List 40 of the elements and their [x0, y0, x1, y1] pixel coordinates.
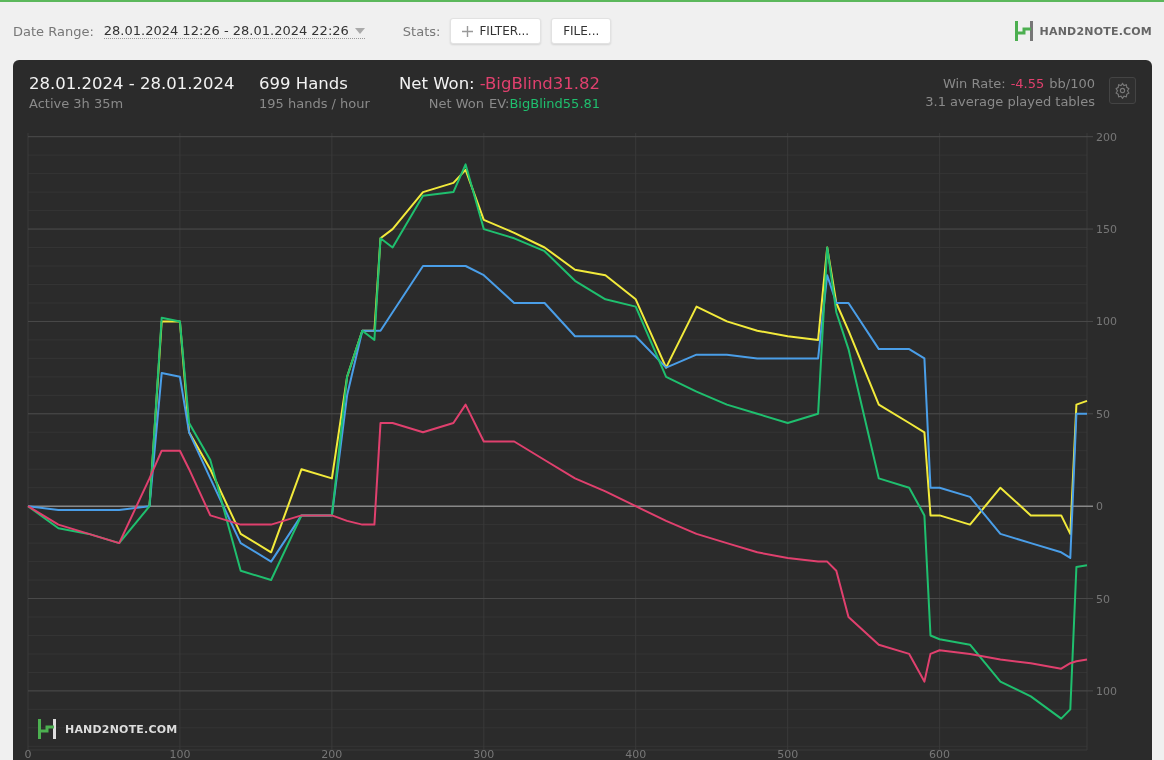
axis-label: 50 [1096, 592, 1110, 606]
axis-label: 300 [473, 748, 495, 760]
average-tables: 3.1 average played tables [925, 94, 1095, 109]
date-range-label: Date Range: [13, 23, 94, 39]
axis-label: 200 [321, 748, 343, 760]
logo-icon [37, 718, 57, 740]
win-rate-value: -4.55 [1010, 76, 1045, 91]
axis-label: 150 [1096, 223, 1117, 237]
net-won-value: -BigBlind31.82 [479, 74, 601, 93]
stats-label: Stats: [402, 23, 441, 39]
win-rate-label: Win Rate: [942, 76, 1006, 91]
logo-text: HAND2NOTE.COM [1039, 24, 1152, 38]
hands-per-hour: 195 hands / hour [259, 96, 371, 111]
net-won-ev-label: Net Won [428, 96, 484, 111]
file-button[interactable]: FILE... [551, 18, 612, 44]
axis-label: 100 [1096, 315, 1117, 329]
net-won-label: Net Won: [399, 74, 475, 93]
axis-label: 600 [929, 748, 951, 760]
axis-label: 0 [1096, 500, 1103, 514]
axis-label: 0 [24, 748, 32, 760]
axis-label: 100 [169, 748, 191, 760]
filter-button[interactable]: FILTER... [450, 18, 542, 44]
settings-button[interactable] [1109, 77, 1136, 104]
date-range-dropdown[interactable]: 28.01.2024 12:26 - 28.01.2024 22:26 [103, 23, 365, 39]
period-text: 28.01.2024 - 28.01.2024 [29, 74, 236, 93]
axis-label: 400 [625, 748, 647, 760]
watermark-text: HAND2NOTE.COM [65, 722, 178, 736]
net-won-ev-value: BigBlind55.81 [509, 96, 601, 111]
active-time: Active 3h 35m [29, 96, 125, 111]
hands-count: 699 Hands [259, 74, 349, 93]
caret-icon [354, 27, 365, 34]
axis-label: 200 [1096, 130, 1117, 144]
logo-icon [1013, 20, 1034, 42]
ev-label: EV: [489, 96, 510, 111]
axis-label: 100 [1096, 684, 1117, 698]
axis-label: 50 [1096, 407, 1110, 421]
settings-icon [1114, 82, 1131, 99]
win-rate-unit: bb/100 [1049, 76, 1095, 91]
axis-label: 500 [777, 748, 799, 760]
plus-icon [462, 25, 474, 37]
